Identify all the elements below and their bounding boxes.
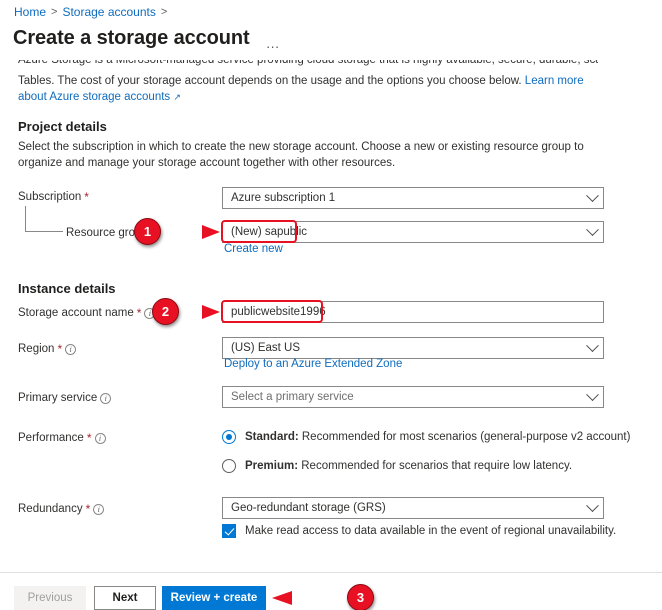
storage-account-name-label: Storage account name * i xyxy=(18,306,156,320)
instance-details-heading: Instance details xyxy=(18,281,116,296)
review-create-button[interactable]: Review + create xyxy=(162,586,266,610)
extended-zone-link[interactable]: Deploy to an Azure Extended Zone xyxy=(224,358,402,370)
radio-standard-icon[interactable] xyxy=(222,430,236,444)
redundancy-label: Redundancy * i xyxy=(18,502,105,516)
create-storage-account-page: Home > Storage accounts > Create a stora… xyxy=(0,0,662,610)
primary-service-dropdown[interactable]: Select a primary service xyxy=(222,386,604,408)
performance-option-premium[interactable]: Premium: Recommended for scenarios that … xyxy=(222,459,572,473)
annotation-arrow-2 xyxy=(176,305,220,319)
read-access-checkbox[interactable] xyxy=(222,524,236,538)
resource-group-label: Resource group xyxy=(66,227,148,239)
read-access-checkbox-label: Make read access to data available in th… xyxy=(245,525,617,537)
annotation-marker-3: 3 xyxy=(347,584,374,610)
description-text: Tables. The cost of your storage account… xyxy=(18,75,522,87)
breadcrumb-separator: > xyxy=(51,6,58,18)
required-asterisk: * xyxy=(136,306,142,320)
previous-button[interactable]: Previous xyxy=(14,586,86,610)
required-asterisk: * xyxy=(85,502,91,516)
breadcrumb-separator-2: > xyxy=(160,6,168,18)
more-options-icon[interactable]: … xyxy=(264,36,283,50)
create-new-resource-group-link[interactable]: Create new xyxy=(224,243,283,255)
tree-connector xyxy=(25,206,63,232)
resource-group-value: (New) sapublic xyxy=(231,226,308,238)
storage-account-name-value: publicwebsite1996 xyxy=(231,306,326,318)
chevron-down-icon xyxy=(586,498,599,512)
performance-premium-text: Recommended for scenarios that require l… xyxy=(298,460,573,472)
info-icon[interactable]: i xyxy=(94,432,106,444)
description-clipped: Azure Storage is a Microsoft-managed ser… xyxy=(18,60,598,68)
subscription-dropdown[interactable]: Azure subscription 1 xyxy=(222,187,604,209)
required-asterisk: * xyxy=(86,431,92,445)
chevron-down-icon xyxy=(586,387,599,401)
primary-service-value: Select a primary service xyxy=(231,391,354,403)
subscription-label-text: Subscription xyxy=(18,191,82,203)
performance-label: Performance * i xyxy=(18,432,106,444)
region-dropdown[interactable]: (US) East US xyxy=(222,337,604,359)
redundancy-value: Geo-redundant storage (GRS) xyxy=(231,502,386,514)
info-icon[interactable]: i xyxy=(100,392,112,404)
region-label: Region * i xyxy=(18,342,77,356)
external-link-icon[interactable]: ↗ xyxy=(173,89,181,105)
primary-service-label: Primary service i xyxy=(18,392,112,404)
info-icon[interactable]: i xyxy=(65,343,77,355)
redundancy-label-text: Redundancy xyxy=(18,503,83,515)
resource-group-label-text: Resource group xyxy=(66,227,148,239)
performance-premium-name: Premium: xyxy=(245,460,299,472)
redundancy-dropdown[interactable]: Geo-redundant storage (GRS) xyxy=(222,497,604,519)
page-title: Create a storage account xyxy=(13,27,250,49)
breadcrumb-item-storage-accounts[interactable]: Storage accounts xyxy=(62,5,155,19)
read-access-checkbox-row[interactable]: Make read access to data available in th… xyxy=(222,524,616,538)
required-asterisk: * xyxy=(57,342,63,356)
storage-account-name-input[interactable]: publicwebsite1996 xyxy=(222,301,604,323)
region-label-text: Region xyxy=(18,343,55,355)
required-asterisk: * xyxy=(84,190,89,204)
info-icon[interactable]: i xyxy=(144,307,156,319)
title-row: Create a storage account … xyxy=(13,27,283,50)
description-clipped-text: Azure Storage is a Microsoft-managed ser… xyxy=(18,60,598,66)
chevron-down-icon xyxy=(586,188,599,202)
description: Tables. The cost of your storage account… xyxy=(18,73,598,105)
annotation-arrow-3 xyxy=(272,591,354,605)
footer-divider xyxy=(0,572,662,573)
resource-group-dropdown[interactable]: (New) sapublic xyxy=(222,221,604,243)
annotation-marker-2: 2 xyxy=(152,298,179,325)
storage-account-name-label-text: Storage account name xyxy=(18,307,134,319)
project-details-subtext: Select the subscription in which to crea… xyxy=(18,141,584,169)
annotation-arrow-1 xyxy=(158,225,220,239)
breadcrumb-item-home[interactable]: Home xyxy=(14,5,46,19)
region-value: (US) East US xyxy=(231,342,301,354)
info-icon[interactable]: i xyxy=(93,503,105,515)
subscription-value: Azure subscription 1 xyxy=(231,192,336,204)
performance-standard-text: Recommended for most scenarios (general-… xyxy=(298,431,631,443)
subscription-label: Subscription * xyxy=(18,191,89,203)
performance-label-text: Performance xyxy=(18,432,84,444)
performance-standard-name: Standard: xyxy=(245,431,299,443)
breadcrumb: Home > Storage accounts > xyxy=(14,5,167,19)
radio-premium-icon[interactable] xyxy=(222,459,236,473)
primary-service-label-text: Primary service xyxy=(18,392,98,404)
chevron-down-icon xyxy=(586,338,599,352)
performance-option-standard[interactable]: Standard: Recommended for most scenarios… xyxy=(222,430,630,444)
next-button[interactable]: Next xyxy=(94,586,156,610)
project-details-heading: Project details xyxy=(18,119,107,134)
chevron-down-icon xyxy=(586,222,599,236)
